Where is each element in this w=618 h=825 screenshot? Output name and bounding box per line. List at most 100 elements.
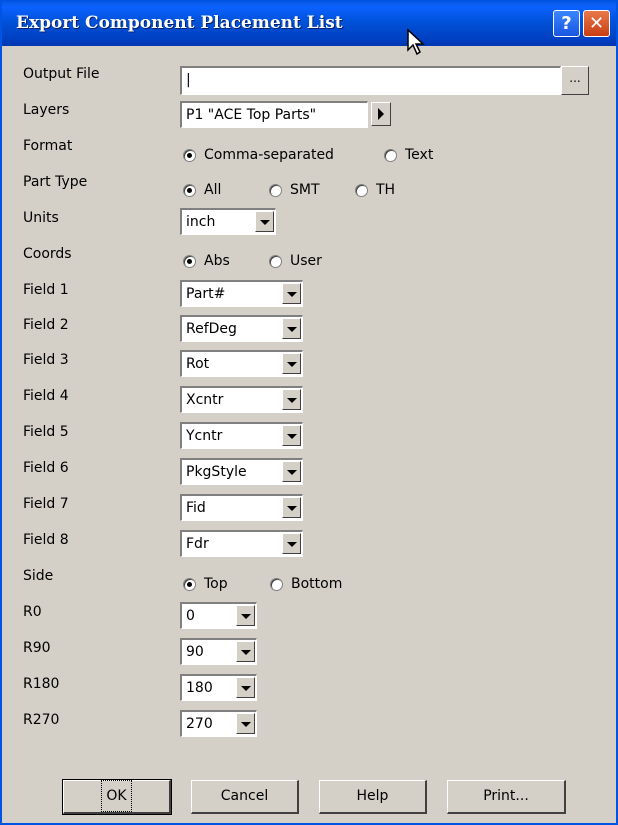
format-option-comma: Comma-separated [204,147,334,163]
format-radio-comma[interactable]: Comma-separated [183,147,334,163]
format-label: Format [23,138,73,154]
output-file-value: | [186,72,191,88]
cancel-button[interactable]: Cancel [191,780,299,814]
browse-button[interactable]: ... [561,66,589,95]
field-1-select[interactable]: Part# [180,280,303,307]
part-type-radio-all[interactable]: All [183,182,221,198]
r90-select[interactable]: 90 [180,638,257,665]
r270-select[interactable]: 270 [180,710,257,737]
field-7-value: Fid [186,500,206,516]
field-2-value: RefDeg [186,321,237,337]
r0-value: 0 [186,608,195,624]
format-radio-text[interactable]: Text [384,147,433,163]
radio-unchecked-icon [384,148,397,162]
chevron-down-icon[interactable] [282,389,301,410]
chevron-down-icon[interactable] [282,283,301,304]
field-4-select[interactable]: Xcntr [180,386,303,413]
radio-checked-icon [183,183,196,197]
r90-label: R90 [23,640,51,656]
chevron-down-icon[interactable] [282,353,301,374]
field-5-value: Ycntr [186,428,223,444]
format-option-text: Text [405,147,434,163]
field-5-select[interactable]: Ycntr [180,422,303,449]
chevron-down-icon[interactable] [236,605,255,626]
field-3-label: Field 3 [23,352,69,368]
chevron-down-icon[interactable] [282,461,301,482]
radio-unchecked-icon [270,577,283,591]
coords-option-abs: Abs [204,253,230,269]
chevron-down-icon[interactable] [282,425,301,446]
part-type-radio-smt[interactable]: SMT [269,182,320,198]
field-1-value: Part# [186,286,226,302]
radio-checked-icon [183,148,196,162]
ok-button[interactable]: OK [62,779,172,815]
chevron-down-icon[interactable] [236,641,255,662]
dialog-window: Export Component Placement List ? ✕ Outp… [0,0,618,825]
field-7-label: Field 7 [23,496,69,512]
r180-value: 180 [186,680,213,696]
field-7-select[interactable]: Fid [180,494,303,521]
chevron-down-icon[interactable] [236,713,255,734]
side-option-top: Top [204,576,228,592]
r270-label: R270 [23,712,60,728]
chevron-down-icon[interactable] [236,677,255,698]
r270-value: 270 [186,716,213,732]
field-8-value: Fdr [186,536,209,552]
units-select[interactable]: inch [180,208,276,235]
side-option-bottom: Bottom [291,576,343,592]
title-bar[interactable]: Export Component Placement List ? ✕ [2,2,616,46]
coords-label: Coords [23,246,72,262]
part-type-label: Part Type [23,174,88,190]
field-6-value: PkgStyle [186,464,247,480]
field-4-label: Field 4 [23,388,69,404]
field-3-select[interactable]: Rot [180,350,303,377]
part-type-option-th: TH [376,182,396,198]
radio-unchecked-icon [355,183,368,197]
mouse-cursor-icon [407,28,425,56]
coords-radio-user[interactable]: User [269,253,322,269]
field-2-label: Field 2 [23,317,69,333]
field-3-value: Rot [186,356,210,372]
side-radio-bottom[interactable]: Bottom [270,576,342,592]
part-type-option-all: All [204,182,222,198]
close-icon[interactable]: ✕ [583,10,610,37]
radio-checked-icon [183,577,196,591]
window-title: Export Component Placement List [16,13,343,33]
r90-value: 90 [186,644,204,660]
coords-option-user: User [290,253,322,269]
chevron-down-icon[interactable] [282,497,301,518]
output-file-label: Output File [23,66,100,82]
side-radio-top[interactable]: Top [183,576,228,592]
chevron-down-icon[interactable] [282,533,301,554]
field-1-label: Field 1 [23,282,69,298]
units-label: Units [23,210,59,226]
help-icon[interactable]: ? [553,10,580,37]
side-label: Side [23,568,54,584]
help-button[interactable]: Help [319,780,427,814]
layers-label: Layers [23,102,70,118]
r0-label: R0 [23,604,42,620]
print-button[interactable]: Print... [447,780,566,814]
cancel-button-label: Cancel [220,788,269,804]
ok-button-label: OK [101,780,132,812]
field-6-select[interactable]: PkgStyle [180,458,303,485]
field-4-value: Xcntr [186,392,224,408]
part-type-option-smt: SMT [290,182,320,198]
r180-select[interactable]: 180 [180,674,257,701]
field-8-select[interactable]: Fdr [180,530,303,557]
field-2-select[interactable]: RefDeg [180,315,303,342]
chevron-down-icon[interactable] [255,211,274,232]
r180-label: R180 [23,676,60,692]
output-file-input[interactable]: | [180,66,561,95]
field-8-label: Field 8 [23,532,69,548]
layers-arrow-button[interactable] [371,102,391,126]
print-button-label: Print... [483,788,529,804]
coords-radio-abs[interactable]: Abs [183,253,230,269]
part-type-radio-th[interactable]: TH [355,182,395,198]
radio-unchecked-icon [269,183,282,197]
layers-field[interactable]: P1 "ACE Top Parts" [180,101,368,128]
help-button-label: Help [356,788,389,804]
r0-select[interactable]: 0 [180,602,257,629]
units-value: inch [186,214,216,230]
chevron-down-icon[interactable] [282,318,301,339]
